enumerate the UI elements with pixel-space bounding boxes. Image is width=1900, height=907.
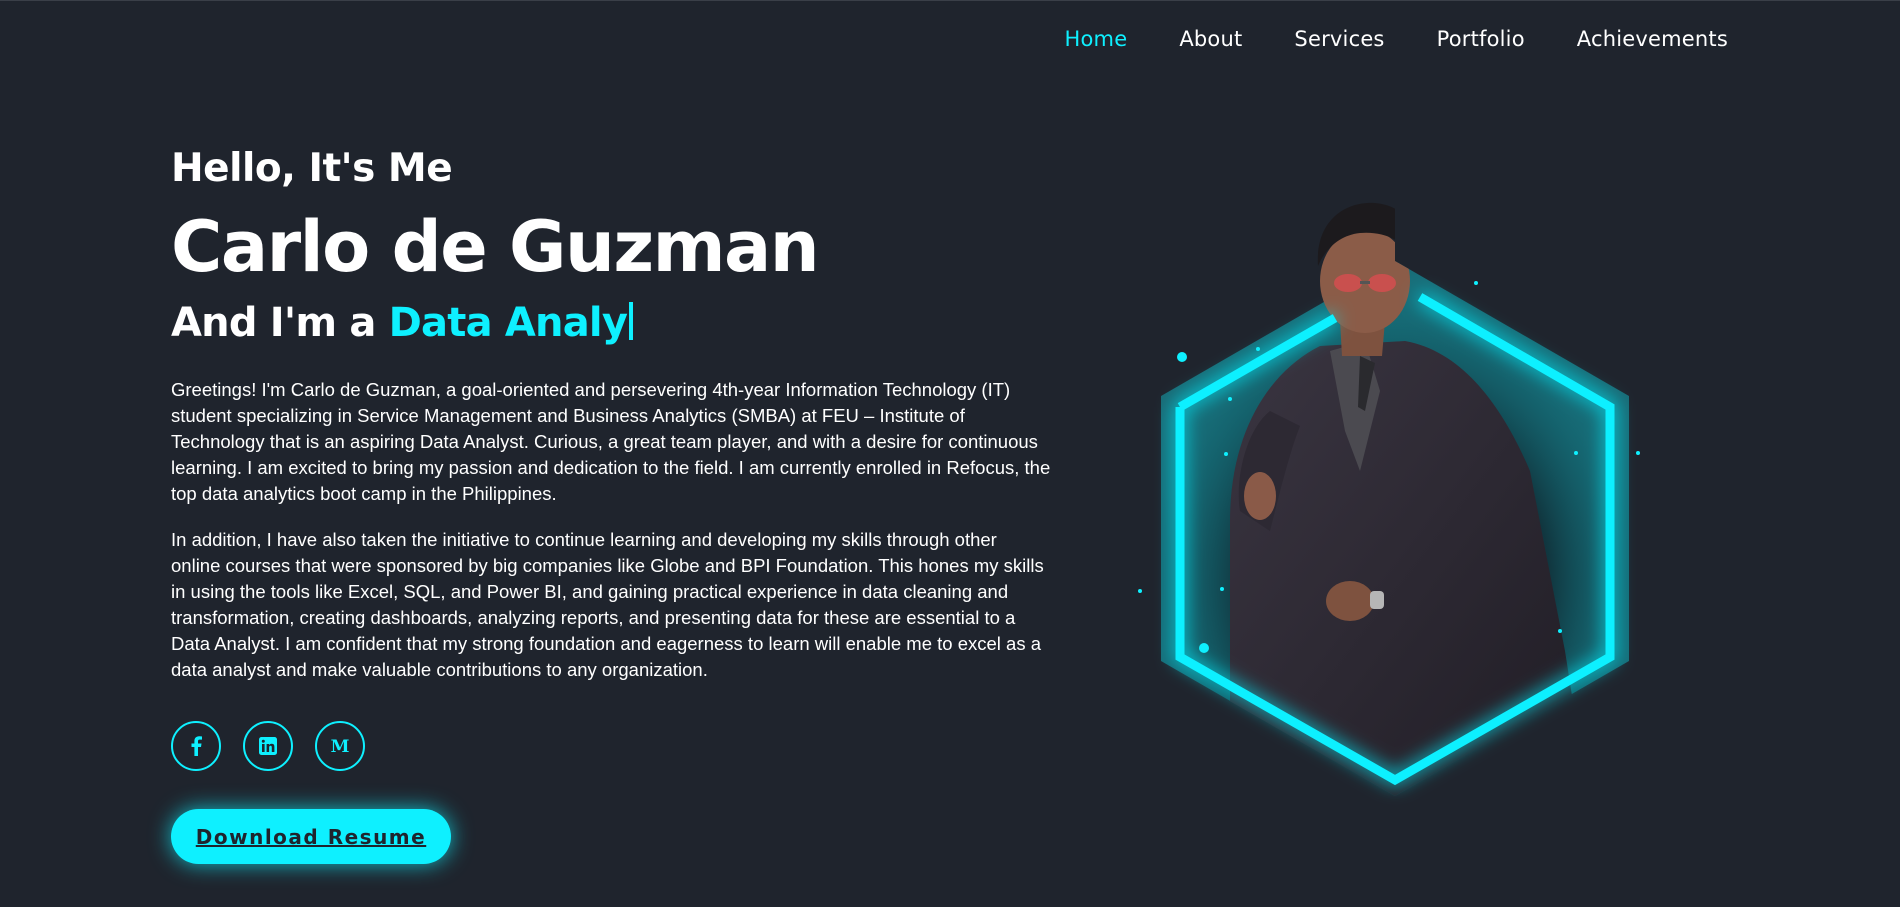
medium-glyph: M xyxy=(331,737,350,755)
linkedin-icon[interactable] xyxy=(243,721,293,771)
role-prefix: And I'm a xyxy=(171,300,389,346)
skills-paragraph: In addition, I have also taken the initi… xyxy=(171,529,1044,680)
facebook-glyph xyxy=(191,736,202,756)
profile-portrait xyxy=(1138,202,1640,796)
intro-paragraph: Greetings! I'm Carlo de Guzman, a goal-o… xyxy=(171,379,1051,504)
facebook-icon[interactable] xyxy=(171,721,221,771)
nav-achievements[interactable]: Achievements xyxy=(1577,27,1728,51)
hero-greeting: Hello, It's Me xyxy=(171,146,453,191)
nav-portfolio[interactable]: Portfolio xyxy=(1437,27,1525,51)
nav-services[interactable]: Services xyxy=(1294,27,1384,51)
nav-about[interactable]: About xyxy=(1179,27,1242,51)
role-typed-text: Data Analy xyxy=(388,300,628,346)
button-wrapper: Download Resume xyxy=(171,809,1071,864)
portfolio-page: Home About Services Portfolio Achievemen… xyxy=(0,0,1900,907)
medium-icon[interactable]: M xyxy=(315,721,365,771)
hero-name: Carlo de Guzman xyxy=(171,206,820,288)
typing-cursor xyxy=(629,302,634,340)
linkedin-glyph xyxy=(259,737,277,755)
hero-role: And I'm a Data Analy xyxy=(171,302,1071,343)
download-resume-button[interactable]: Download Resume xyxy=(171,809,451,864)
main-nav: Home About Services Portfolio Achievemen… xyxy=(1065,27,1729,51)
nav-home[interactable]: Home xyxy=(1065,27,1128,51)
hero-section: Hello, It's Me Carlo de Guzman And I'm a… xyxy=(171,149,1071,864)
social-links: M xyxy=(171,721,1071,771)
svg-text:M: M xyxy=(331,737,350,755)
